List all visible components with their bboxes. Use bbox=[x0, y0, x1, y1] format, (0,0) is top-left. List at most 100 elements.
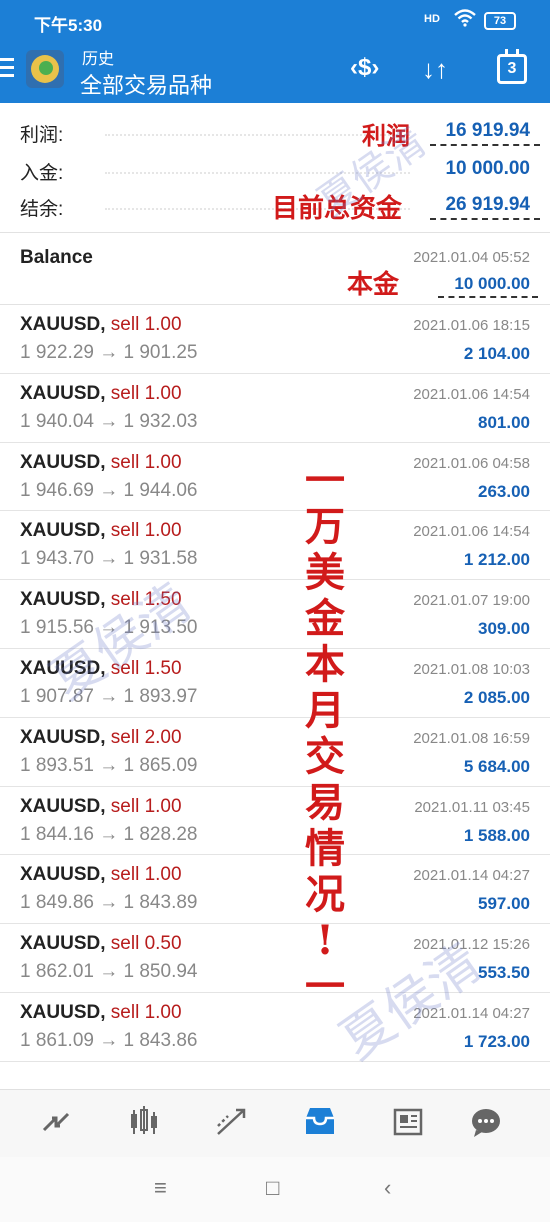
trade-date: 2021.01.14 04:27 bbox=[413, 867, 530, 885]
trade-action: sell 2.00 bbox=[110, 726, 182, 748]
trade-date: 2021.01.06 04:58 bbox=[413, 454, 530, 472]
trade-symbol: XAUUSD, sell 1.00 bbox=[20, 795, 182, 817]
trade-prices: 1 946.69 → 1 944.06 bbox=[20, 479, 198, 501]
trade-profit: 2 104.00 bbox=[463, 344, 530, 363]
trade-row[interactable]: XAUUSD, sell 2.00 1 893.51 → 1 865.09 2021… bbox=[0, 718, 550, 787]
trade-date: 2021.01.07 19:00 bbox=[413, 592, 530, 610]
trade-profit: 1 588.00 bbox=[463, 825, 530, 845]
page-title[interactable]: 全部交易品种 bbox=[80, 68, 212, 100]
annotation-char: 月 bbox=[305, 687, 345, 734]
trade-action: sell 1.00 bbox=[110, 795, 182, 817]
annotation-char: 情 bbox=[305, 825, 345, 872]
app-logo bbox=[26, 50, 64, 88]
history-icon[interactable] bbox=[300, 1104, 340, 1144]
annotation-vertical: 一万美金本月交易情况! 一 bbox=[300, 458, 350, 1010]
trade-row[interactable]: XAUUSD, sell 1.00 1 922.29 → 1 901.25 2021… bbox=[0, 305, 550, 374]
trade-profit: 309.00 bbox=[478, 619, 530, 639]
annotation-char: 一 bbox=[305, 457, 345, 504]
trade-prices: 1 893.51 → 1 865.09 bbox=[20, 754, 198, 776]
balance-amount: 10 000.00 bbox=[454, 274, 530, 293]
trade-symbol: XAUUSD, sell 1.00 bbox=[20, 451, 182, 473]
annotation-char: 本 bbox=[305, 641, 345, 688]
summary-label: 结余: bbox=[20, 199, 64, 220]
annotation-char: 易 bbox=[305, 779, 345, 826]
trade-icon[interactable] bbox=[212, 1104, 252, 1144]
recent-apps-button[interactable]: ≡ bbox=[154, 1175, 167, 1201]
trade-date: 2021.01.06 18:15 bbox=[413, 317, 530, 334]
home-button[interactable]: □ bbox=[266, 1175, 279, 1201]
annotation-char: 况 bbox=[305, 871, 345, 918]
annotation-char: 美 bbox=[305, 549, 345, 596]
trade-date: 2021.01.06 14:54 bbox=[413, 523, 530, 541]
trade-profit: 2 085.00 bbox=[463, 687, 530, 707]
summary-deposit: 入金: 10 000.00 bbox=[0, 152, 550, 188]
trade-row[interactable]: XAUUSD, sell 1.00 1 844.16 → 1 828.28 2021… bbox=[0, 787, 550, 856]
annotation-char: 万 bbox=[305, 503, 345, 550]
trade-row[interactable]: XAUUSD, sell 1.00 1 849.86 → 1 843.89 2021… bbox=[0, 855, 550, 925]
chart-icon[interactable] bbox=[124, 1104, 164, 1144]
trade-row[interactable]: XAUUSD, sell 1.00 1 861.09 → 1 843.86 2021… bbox=[0, 993, 550, 1062]
trade-action: sell 1.00 bbox=[110, 864, 182, 886]
currency-icon[interactable]: ‹$› bbox=[350, 54, 379, 82]
trade-symbol: XAUUSD, sell 1.00 bbox=[20, 382, 182, 404]
app-header: 下午5:30 HD 73 历史 全部交易品种 ‹$› ↓↑ 3 bbox=[0, 0, 550, 103]
trade-profit: 1 723.00 bbox=[463, 1031, 530, 1051]
trade-row[interactable]: XAUUSD, sell 1.00 1 946.69 → 1 944.06 2021… bbox=[0, 443, 550, 512]
annotation-char: 金 bbox=[305, 595, 345, 642]
trade-symbol: XAUUSD, sell 0.50 bbox=[20, 933, 182, 955]
trade-date: 2021.01.08 10:03 bbox=[413, 660, 530, 678]
trade-prices: 1 862.01 → 1 850.94 bbox=[20, 961, 198, 983]
trade-symbol: XAUUSD, sell 1.00 bbox=[20, 864, 182, 886]
divider bbox=[0, 232, 550, 233]
trade-prices: 1 861.09 → 1 843.86 bbox=[20, 1029, 198, 1051]
summary-label: 利润: bbox=[20, 125, 64, 146]
annotation-char: 交 bbox=[305, 733, 345, 780]
trade-prices: 1 844.16 → 1 828.28 bbox=[20, 823, 198, 845]
trade-symbol: XAUUSD, sell 1.00 bbox=[20, 314, 182, 335]
summary-value: 16 919.94 bbox=[445, 120, 530, 141]
menu-button[interactable] bbox=[0, 52, 22, 84]
balance-date: 2021.01.04 05:52 bbox=[413, 249, 530, 266]
trade-date: 2021.01.11 03:45 bbox=[414, 798, 530, 816]
trade-date: 2021.01.08 16:59 bbox=[413, 729, 530, 747]
trade-profit: 597.00 bbox=[478, 894, 530, 914]
summary-value: 26 919.94 bbox=[445, 194, 530, 215]
trade-prices: 1 943.70 → 1 931.58 bbox=[20, 548, 198, 570]
trade-action: sell 0.50 bbox=[110, 933, 182, 955]
signal-icon: HD bbox=[424, 13, 440, 25]
quotes-icon[interactable] bbox=[36, 1104, 76, 1144]
trade-symbol: XAUUSD, sell 1.00 bbox=[20, 520, 182, 542]
status-bar: 下午5:30 HD 73 bbox=[0, 0, 550, 42]
chat-icon[interactable] bbox=[466, 1104, 506, 1144]
trade-prices: 1 940.04 → 1 932.03 bbox=[20, 410, 198, 432]
trade-profit: 5 684.00 bbox=[463, 756, 530, 776]
trade-action: sell 1.00 bbox=[110, 1001, 182, 1023]
trade-profit: 1 212.00 bbox=[463, 550, 530, 570]
trade-row[interactable]: XAUUSD, sell 1.00 1 943.70 → 1 931.58 2021… bbox=[0, 511, 550, 581]
annotation-principal: 本金 bbox=[347, 270, 400, 300]
news-icon[interactable] bbox=[388, 1104, 428, 1144]
trade-symbol: XAUUSD, sell 2.00 bbox=[20, 726, 182, 748]
trade-action: sell 1.00 bbox=[110, 382, 182, 404]
trade-row[interactable]: XAUUSD, sell 1.00 1 940.04 → 1 932.03 2021… bbox=[0, 374, 550, 443]
calendar-icon[interactable]: 3 bbox=[497, 49, 527, 84]
trade-action: sell 1.00 bbox=[110, 314, 182, 335]
system-nav: ≡ □ ‹ bbox=[0, 1157, 550, 1222]
trade-prices: 1 922.29 → 1 901.25 bbox=[20, 342, 198, 363]
wifi-icon bbox=[454, 9, 476, 32]
trade-action: sell 1.00 bbox=[110, 451, 182, 473]
balance-label: Balance bbox=[20, 247, 93, 268]
bottom-nav bbox=[0, 1089, 550, 1157]
sort-icon[interactable]: ↓↑ bbox=[422, 54, 448, 85]
trade-date: 2021.01.06 14:54 bbox=[413, 385, 530, 403]
trade-prices: 1 849.86 → 1 843.89 bbox=[20, 892, 198, 914]
annotation-char: ! bbox=[316, 917, 334, 964]
summary-value: 10 000.00 bbox=[445, 158, 530, 179]
status-time: 下午5:30 bbox=[34, 16, 103, 35]
back-button[interactable]: ‹ bbox=[384, 1175, 391, 1201]
page-subtitle: 历史 bbox=[82, 51, 115, 68]
battery-icon: 73 bbox=[484, 12, 516, 30]
summary-label: 入金: bbox=[20, 163, 64, 184]
trade-profit: 801.00 bbox=[478, 412, 530, 432]
trade-profit: 263.00 bbox=[478, 481, 530, 501]
